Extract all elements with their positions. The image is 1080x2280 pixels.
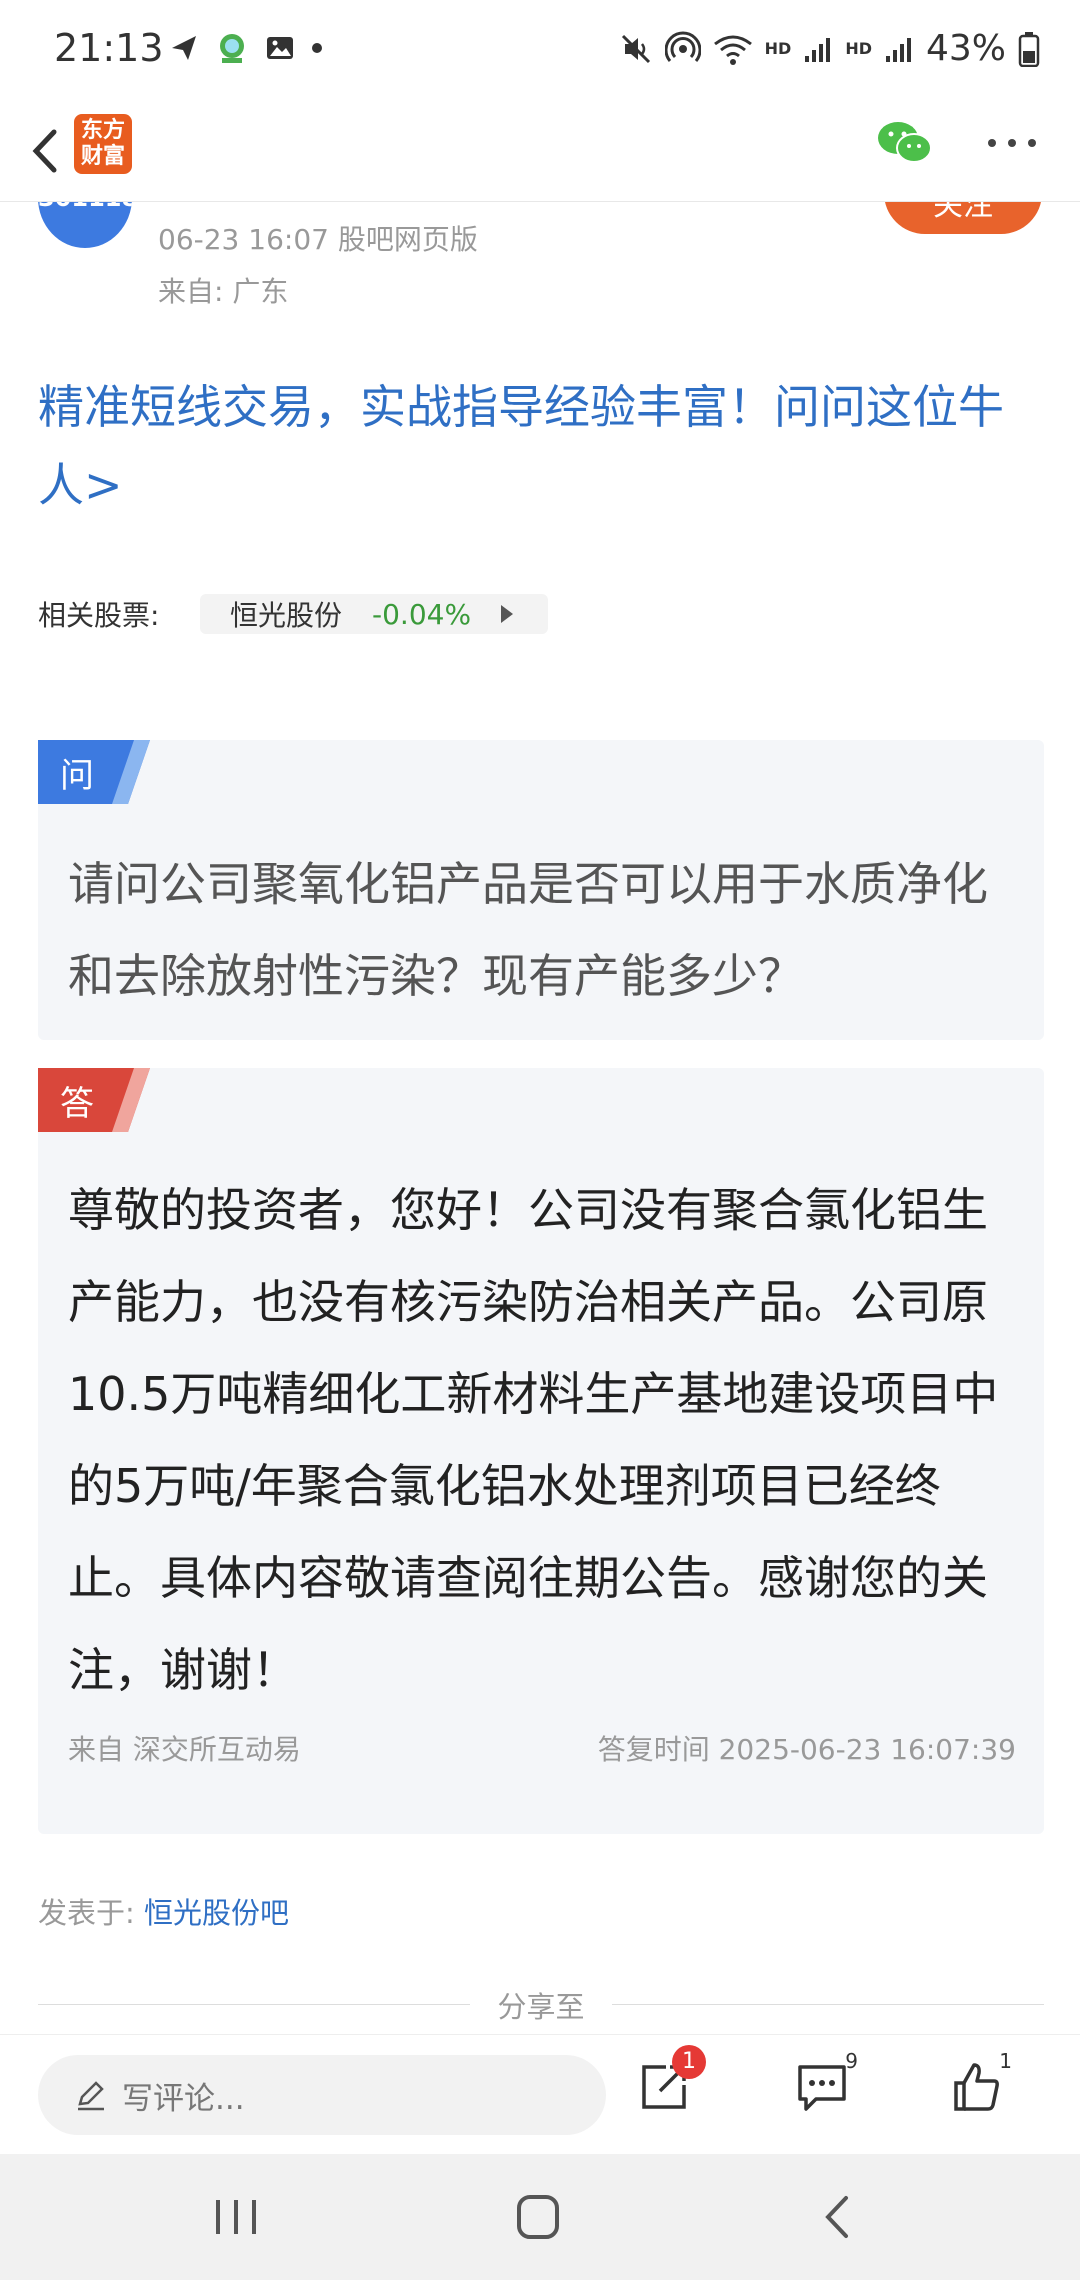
signal-label-hd-1: HD (764, 39, 792, 58)
posted-in-label: 发表于: (38, 1896, 135, 1930)
play-arrow-icon (501, 605, 514, 623)
wechat-share-icon[interactable] (876, 118, 934, 168)
battery-percent: 43% (925, 28, 1006, 69)
signal-icon (805, 37, 831, 62)
promo-link[interactable]: 精准短线交易，实战指导经验丰富！问问这位牛人> (38, 368, 1048, 524)
logo-text-line1: 东方 (80, 118, 125, 143)
answer-card: 答 尊敬的投资者，您好！公司没有聚合氯化铝生产能力，也没有核污染防治相关产品。公… (38, 1068, 1044, 1834)
status-right-icons: HD HD 43% (619, 28, 1040, 69)
pencil-icon (78, 2081, 104, 2111)
bottom-action-bar: 写评论... 1 9 1 (0, 2034, 1080, 2154)
status-time: 21:13 (54, 26, 164, 70)
status-bar: 21:13 HD HD 43% (0, 0, 1080, 100)
share-label: 分享至 (497, 1990, 585, 2024)
related-stock-chip[interactable]: 恒光股份 -0.04% (200, 594, 548, 634)
answer-source: 来自 深交所互动易 (68, 1733, 301, 1766)
share-button[interactable]: 1 (636, 2045, 706, 2129)
share-badge: 1 (672, 2045, 706, 2079)
gallery-icon (267, 37, 293, 59)
battery-icon (1018, 31, 1040, 67)
comment-icon (798, 2065, 846, 2111)
posted-in: 发表于: 恒光股份吧 (38, 1890, 289, 1932)
system-back-icon[interactable] (810, 2190, 870, 2244)
related-stocks-label: 相关股票: (38, 599, 160, 632)
wifi-icon (713, 35, 752, 65)
app-globe-icon (220, 34, 244, 63)
question-card: 问 请问公司聚氧化铝产品是否可以用于水质净化和去除放射性污染？现有产能多少？ (38, 740, 1044, 1040)
post-location: 来自: 广东 (158, 275, 289, 308)
top-navigation-bar: 东方 财富 (0, 100, 1080, 202)
back-arrow-icon[interactable] (18, 118, 78, 184)
system-navigation-bar (0, 2154, 1080, 2280)
status-left-icons (168, 30, 324, 66)
thumbs-up-icon (954, 2063, 999, 2111)
answer-reply-time: 答复时间 2025-06-23 16:07:39 (597, 1733, 1016, 1766)
question-tag: 问 (60, 756, 94, 796)
answer-text: 尊敬的投资者，您好！公司没有聚合氯化铝生产能力，也没有核污染防治相关产品。公司原… (68, 1183, 999, 1697)
answer-tag-bg (38, 1068, 150, 1132)
answer-tag: 答 (60, 1084, 94, 1124)
comments-button[interactable]: 9 (794, 2049, 864, 2129)
like-button[interactable]: 1 (948, 2049, 1018, 2129)
comment-count: 9 (845, 2049, 858, 2073)
mute-icon (621, 34, 650, 63)
dot-icon (312, 43, 322, 53)
divider-right (612, 2004, 1044, 2005)
stock-name: 恒光股份 (230, 599, 343, 632)
post-meta: 06-23 16:07 股吧网页版 (158, 223, 478, 256)
stock-bar-link[interactable]: 恒光股份吧 (144, 1896, 289, 1930)
comment-placeholder: 写评论... (122, 2080, 245, 2117)
signal-icon (885, 37, 911, 62)
logo-text-line2: 财富 (80, 144, 125, 169)
question-text: 请问公司聚氧化铝产品是否可以用于水质净化和去除放射性污染？现有产能多少？ (68, 857, 988, 1003)
question-tag-bg (38, 740, 150, 804)
signal-label-hd-2: HD (845, 39, 872, 58)
stock-change: -0.04% (372, 597, 472, 631)
recent-apps-icon[interactable] (206, 2190, 266, 2244)
home-icon[interactable] (508, 2190, 568, 2244)
send-icon (172, 36, 196, 60)
share-divider: 分享至 (38, 1984, 1044, 2024)
app-logo: 东方 财富 (74, 114, 132, 174)
like-count: 1 (999, 2049, 1012, 2073)
hotspot-icon (664, 31, 701, 62)
comment-input[interactable]: 写评论... (38, 2055, 606, 2135)
more-options-icon[interactable] (986, 128, 1038, 158)
